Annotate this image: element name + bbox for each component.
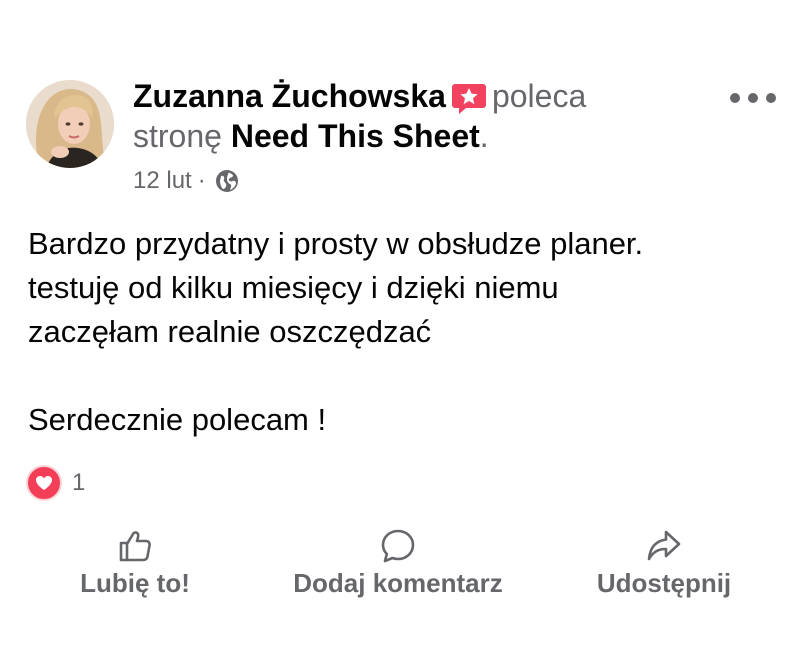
like-button[interactable]: Lubię to!: [70, 528, 200, 599]
post-date[interactable]: 12 lut: [133, 166, 192, 196]
post-body: Bardzo przydatny i prosty w obsłudze pla…: [28, 222, 768, 442]
recommend-action-text: poleca: [491, 78, 587, 114]
meta-separator: ·: [197, 167, 206, 194]
globe-icon: [214, 168, 240, 194]
author-name[interactable]: Zuzanna Żuchowska: [133, 78, 446, 114]
love-reaction-icon: [26, 465, 62, 501]
post-body-line: zaczęłam realnie oszczędzać: [28, 314, 432, 349]
reaction-count: 1: [72, 469, 86, 496]
recommend-icon: [450, 76, 488, 116]
more-options-button[interactable]: [730, 84, 776, 112]
comment-button[interactable]: Dodaj komentarz: [278, 528, 518, 599]
avatar-photo: [26, 80, 114, 168]
post-body-line: testuję od kilku miesięcy i dzięki niemu: [28, 270, 559, 305]
post-header: Zuzanna Żuchowska poleca stronę Need This…: [133, 76, 693, 156]
more-dot-icon: [748, 93, 758, 103]
post-body-closing: Serdecznie polecam !: [28, 402, 327, 437]
share-icon: [647, 530, 681, 561]
more-dot-icon: [730, 93, 740, 103]
share-button[interactable]: Udostępnij: [584, 528, 744, 599]
reactions-summary[interactable]: 1: [26, 465, 85, 501]
recommend-action-text-2: stronę: [133, 118, 222, 154]
author-avatar[interactable]: [26, 80, 114, 168]
post-meta: 12 lut ·: [133, 166, 240, 196]
more-dot-icon: [766, 93, 776, 103]
header-period: .: [479, 118, 489, 154]
like-label: Lubię to!: [80, 568, 190, 598]
post-body-line: Bardzo przydatny i prosty w obsłudze pla…: [28, 226, 644, 261]
comment-icon: [381, 529, 415, 563]
action-bar: Lubię to! Dodaj komentarz Udostępnij: [0, 528, 796, 608]
page-name[interactable]: Need This Sheet: [231, 118, 480, 154]
comment-label: Dodaj komentarz: [293, 568, 503, 598]
share-label: Udostępnij: [596, 568, 732, 598]
thumbs-up-icon: [119, 531, 151, 562]
